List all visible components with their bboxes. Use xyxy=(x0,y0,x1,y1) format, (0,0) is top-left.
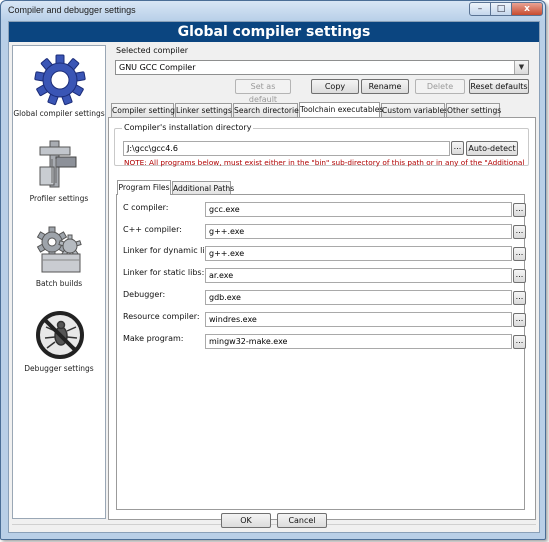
chevron-down-icon[interactable]: ▼ xyxy=(514,61,528,74)
dynamic-linker-input[interactable]: g++.exe xyxy=(205,246,512,261)
browse-button[interactable]: ... xyxy=(513,247,526,261)
copy-button[interactable]: Copy xyxy=(311,79,359,94)
gear-icon xyxy=(34,54,86,106)
compiler-select-value: GNU GCC Compiler xyxy=(119,63,196,72)
installation-note: NOTE: All programs below, must exist eit… xyxy=(124,158,525,167)
subtab-additional-paths[interactable]: Additional Paths xyxy=(172,181,234,195)
ok-button[interactable]: OK xyxy=(221,513,271,528)
tab-custom-variables[interactable]: Custom variables xyxy=(381,103,448,117)
settings-category-list: Global compiler settings Profiler settin… xyxy=(12,45,106,519)
gears-box-icon xyxy=(36,226,82,273)
program-label: Make program: xyxy=(123,334,184,343)
sidebar-item-label: Profiler settings xyxy=(29,194,89,203)
close-button[interactable]: x xyxy=(511,2,543,16)
resource-compiler-input[interactable]: windres.exe xyxy=(205,312,512,327)
c-compiler-input[interactable]: gcc.exe xyxy=(205,202,512,217)
browse-button[interactable]: ... xyxy=(513,269,526,283)
sidebar-item-label: Debugger settings xyxy=(24,364,94,373)
installation-directory-label: Compiler's installation directory xyxy=(122,123,254,132)
minimize-button[interactable]: – xyxy=(469,2,491,16)
caliper-icon xyxy=(39,140,77,188)
program-label: Linker for dynamic libs: xyxy=(123,246,217,255)
program-label: C compiler: xyxy=(123,203,169,212)
tab-compiler-settings[interactable]: Compiler settings xyxy=(111,103,179,117)
sidebar-item-debugger[interactable]: Debugger settings xyxy=(13,303,105,387)
sidebar-item-label: Global compiler settings xyxy=(13,109,105,118)
bug-prohibited-icon xyxy=(36,311,84,359)
tab-other-settings[interactable]: Other settings xyxy=(446,103,501,117)
sidebar-item-global-compiler[interactable]: Global compiler settings xyxy=(13,48,105,132)
sidebar-item-profiler[interactable]: Profiler settings xyxy=(13,133,105,217)
program-label: C++ compiler: xyxy=(123,225,182,234)
debugger-input[interactable]: gdb.exe xyxy=(205,290,512,305)
footer-divider xyxy=(12,524,536,525)
set-as-default-button[interactable]: Set as default xyxy=(235,79,291,104)
window-title: Compiler and debugger settings xyxy=(8,5,136,15)
program-label: Debugger: xyxy=(123,290,166,299)
page-title: Global compiler settings xyxy=(9,22,539,42)
browse-button[interactable]: ... xyxy=(513,313,526,327)
sidebar-item-label: Batch builds xyxy=(35,279,83,288)
make-program-input[interactable]: mingw32-make.exe xyxy=(205,334,512,349)
browse-button[interactable]: ... xyxy=(513,203,526,217)
auto-detect-button[interactable]: Auto-detect xyxy=(466,141,518,156)
tab-toolchain-executables[interactable]: Toolchain executables xyxy=(299,102,383,117)
delete-button[interactable]: Delete xyxy=(415,79,465,94)
browse-directory-button[interactable]: ... xyxy=(451,141,464,155)
tab-search-directories[interactable]: Search directories xyxy=(233,103,303,117)
sidebar-item-batch-builds[interactable]: Batch builds xyxy=(13,218,105,302)
browse-button[interactable]: ... xyxy=(513,291,526,305)
cancel-button[interactable]: Cancel xyxy=(277,513,327,528)
title-bar[interactable]: Compiler and debugger settings – □ x xyxy=(1,1,545,21)
program-label: Linker for static libs: xyxy=(123,268,205,277)
dialog-client-area: Global compiler settings Global compiler… xyxy=(8,21,540,533)
program-files-panel: C compiler: gcc.exe ... C++ compiler: g+… xyxy=(116,194,526,510)
program-label: Resource compiler: xyxy=(123,312,200,321)
tab-linker-settings[interactable]: Linker settings xyxy=(175,103,232,117)
subtab-program-files[interactable]: Program Files xyxy=(117,180,171,195)
browse-button[interactable]: ... xyxy=(513,335,526,349)
selected-compiler-label: Selected compiler xyxy=(116,46,189,55)
cpp-compiler-input[interactable]: g++.exe xyxy=(205,224,512,239)
installation-directory-input[interactable]: J:\gcc\gcc4.6 xyxy=(123,141,450,156)
toolchain-executables-panel: Compiler's installation directory J:\gcc… xyxy=(108,117,536,520)
rename-button[interactable]: Rename xyxy=(361,79,409,94)
maximize-button[interactable]: □ xyxy=(490,2,512,16)
static-linker-input[interactable]: ar.exe xyxy=(205,268,512,283)
reset-defaults-button[interactable]: Reset defaults xyxy=(469,79,529,94)
dialog-window: Compiler and debugger settings – □ x Glo… xyxy=(0,0,546,540)
browse-button[interactable]: ... xyxy=(513,225,526,239)
compiler-select[interactable]: GNU GCC Compiler ▼ xyxy=(115,60,529,75)
